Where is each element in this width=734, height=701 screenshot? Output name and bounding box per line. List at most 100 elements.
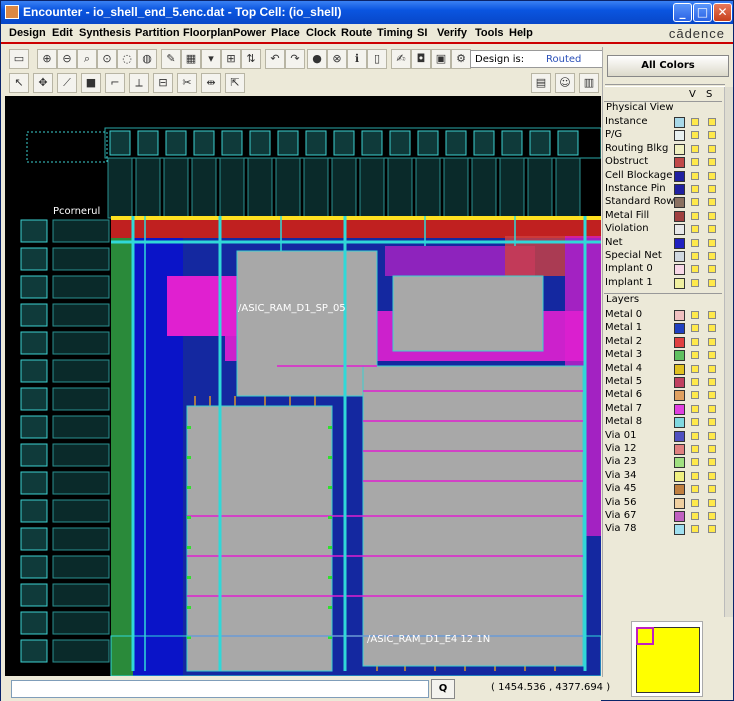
scissors-icon[interactable]: ✂ bbox=[177, 73, 197, 93]
layer-selectable-checkbox[interactable] bbox=[708, 364, 716, 373]
layer-selectable-checkbox[interactable] bbox=[708, 458, 716, 467]
layer-selectable-checkbox[interactable] bbox=[708, 471, 716, 480]
open-folder-icon[interactable]: ▭ bbox=[9, 49, 29, 69]
menu-route[interactable]: Route bbox=[341, 27, 372, 39]
layer-visible-checkbox[interactable] bbox=[691, 485, 699, 494]
menu-synthesis[interactable]: Synthesis bbox=[79, 27, 131, 39]
layer-visible-checkbox[interactable] bbox=[691, 391, 699, 400]
layer-selectable-checkbox[interactable] bbox=[708, 431, 716, 440]
chip-overview[interactable] bbox=[631, 621, 703, 697]
physical-view-selectable-checkbox[interactable] bbox=[708, 238, 716, 247]
physical-view-color-swatch[interactable] bbox=[674, 224, 685, 236]
physical-view-color-swatch[interactable] bbox=[674, 277, 685, 289]
screen-icon[interactable]: ▣ bbox=[431, 49, 451, 69]
physical-view-color-swatch[interactable] bbox=[674, 251, 685, 262]
physical-view-visible-checkbox[interactable] bbox=[691, 118, 699, 126]
split-icon[interactable]: ⇹ bbox=[201, 73, 221, 93]
physical-view-visible-checkbox[interactable] bbox=[691, 144, 699, 153]
palette-icon[interactable]: ▥ bbox=[579, 73, 599, 93]
layer-visible-checkbox[interactable] bbox=[691, 445, 699, 453]
layer-visible-checkbox[interactable] bbox=[691, 404, 699, 413]
layer-visible-checkbox[interactable] bbox=[691, 324, 699, 333]
physical-view-visible-checkbox[interactable] bbox=[691, 252, 699, 260]
menu-edit[interactable]: Edit bbox=[52, 27, 73, 39]
menu-place[interactable]: Place bbox=[271, 27, 300, 39]
physical-view-visible-checkbox[interactable] bbox=[691, 185, 699, 193]
layer-selectable-checkbox[interactable] bbox=[708, 311, 716, 319]
physical-view-visible-checkbox[interactable] bbox=[691, 211, 699, 220]
maximize-button[interactable]: □ bbox=[693, 3, 712, 22]
layer-selectable-checkbox[interactable] bbox=[708, 445, 716, 453]
query-button[interactable]: Q bbox=[431, 679, 455, 699]
physical-view-visible-checkbox[interactable] bbox=[691, 225, 699, 234]
fit-view-icon[interactable]: ⊙ bbox=[97, 49, 117, 69]
page-icon[interactable]: ▯ bbox=[367, 49, 387, 69]
menu-power[interactable]: Power bbox=[233, 27, 266, 39]
menu-floorplan[interactable]: Floorplan bbox=[183, 27, 233, 39]
zoom-in-icon[interactable]: ⊕ bbox=[37, 49, 57, 69]
layer-selectable-checkbox[interactable] bbox=[708, 391, 716, 400]
physical-view-selectable-checkbox[interactable] bbox=[708, 158, 716, 167]
layer-color-swatch[interactable] bbox=[674, 417, 685, 429]
layer-color-swatch[interactable] bbox=[674, 444, 685, 455]
snap-icon[interactable]: ⊗ bbox=[327, 49, 347, 69]
physical-view-color-swatch[interactable] bbox=[674, 157, 685, 169]
physical-view-color-swatch[interactable] bbox=[674, 117, 685, 128]
physical-view-color-swatch[interactable] bbox=[674, 170, 685, 182]
physical-view-selectable-checkbox[interactable] bbox=[708, 171, 716, 180]
panel-scrollbar[interactable] bbox=[724, 87, 733, 617]
all-colors-button[interactable]: All Colors bbox=[607, 55, 729, 77]
physical-view-visible-checkbox[interactable] bbox=[691, 158, 699, 167]
layer-color-swatch[interactable] bbox=[674, 430, 685, 442]
physical-view-selectable-checkbox[interactable] bbox=[708, 144, 716, 153]
layer-visible-checkbox[interactable] bbox=[691, 364, 699, 373]
physical-view-color-swatch[interactable] bbox=[674, 210, 685, 222]
wire-icon[interactable]: ⌐ bbox=[105, 73, 125, 93]
move-tree-icon[interactable]: ⊞ bbox=[221, 49, 241, 69]
layer-color-swatch[interactable] bbox=[674, 310, 685, 321]
physical-view-color-swatch[interactable] bbox=[674, 197, 685, 209]
menu-verify[interactable]: Verify bbox=[437, 27, 467, 39]
menu-design[interactable]: Design bbox=[9, 27, 46, 39]
menu-timing[interactable]: Timing bbox=[377, 27, 413, 39]
layer-color-swatch[interactable] bbox=[674, 524, 685, 536]
layer-visible-checkbox[interactable] bbox=[691, 311, 699, 319]
layer-color-swatch[interactable] bbox=[674, 323, 685, 335]
menu-si[interactable]: SI bbox=[417, 27, 427, 39]
move-icon[interactable]: ✥ bbox=[33, 73, 53, 93]
layer-visible-checkbox[interactable] bbox=[691, 471, 699, 480]
title-bar[interactable]: Encounter - io_shell_end_5.enc.dat - Top… bbox=[1, 1, 733, 24]
physical-view-selectable-checkbox[interactable] bbox=[708, 131, 716, 140]
run-icon[interactable]: ● bbox=[307, 49, 327, 69]
layers-header[interactable]: Layers bbox=[604, 293, 722, 306]
paint-icon[interactable]: ✎ bbox=[161, 49, 181, 69]
cut-wire-icon[interactable]: ⟂ bbox=[129, 73, 149, 93]
layer-selectable-checkbox[interactable] bbox=[708, 324, 716, 333]
close-button[interactable]: ✕ bbox=[713, 3, 732, 22]
dropdown-arrow-icon[interactable]: ▾ bbox=[201, 49, 221, 69]
viewport-box[interactable] bbox=[636, 627, 654, 645]
layer-visible-checkbox[interactable] bbox=[691, 525, 699, 534]
user-icon[interactable]: ☺ bbox=[555, 73, 575, 93]
physical-view-color-swatch[interactable] bbox=[674, 184, 685, 195]
layer-visible-checkbox[interactable] bbox=[691, 512, 699, 520]
layer-visible-checkbox[interactable] bbox=[691, 337, 699, 346]
command-input[interactable] bbox=[11, 680, 429, 698]
physical-view-selectable-checkbox[interactable] bbox=[708, 278, 716, 287]
layout-canvas[interactable]: Pcornerul /ASIC_RAM_D1_SP_05 /ASIC_RAM_D… bbox=[5, 96, 601, 676]
info-icon[interactable]: ℹ bbox=[347, 49, 367, 69]
previous-view-icon[interactable]: ◌ bbox=[117, 49, 137, 69]
undo-icon[interactable]: ↶ bbox=[265, 49, 285, 69]
layer-color-swatch[interactable] bbox=[674, 511, 685, 522]
layer-color-swatch[interactable] bbox=[674, 470, 685, 482]
layer-visible-checkbox[interactable] bbox=[691, 351, 699, 360]
color-fill-icon[interactable]: ▦ bbox=[181, 49, 201, 69]
layer-visible-checkbox[interactable] bbox=[691, 431, 699, 440]
physical-view-visible-checkbox[interactable] bbox=[691, 131, 699, 140]
layer-color-swatch[interactable] bbox=[674, 336, 685, 348]
physical-view-visible-checkbox[interactable] bbox=[691, 278, 699, 287]
menu-tools[interactable]: Tools bbox=[475, 27, 504, 39]
layer-selectable-checkbox[interactable] bbox=[708, 512, 716, 520]
place-box-icon[interactable]: ■ bbox=[81, 73, 101, 93]
layer-color-swatch[interactable] bbox=[674, 377, 685, 388]
